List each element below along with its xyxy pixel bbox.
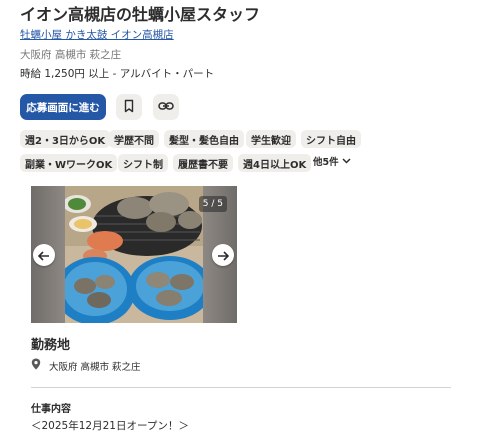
more-tags-button[interactable]: 他5件 xyxy=(313,154,351,168)
job-description-text: ＜2025年12月21日オープン！＞ xyxy=(31,420,189,432)
company-link[interactable]: 牡蠣小屋 かき太鼓 イオン高槻店 xyxy=(20,27,174,42)
arrow-left-icon xyxy=(37,246,50,265)
salary-info: 時給 1,250円 以上 - アルバイト・パート xyxy=(20,68,215,80)
chevron-down-icon xyxy=(342,156,351,167)
job-title: イオン高槻店の牡蠣小屋スタッフ xyxy=(20,5,261,24)
link-icon xyxy=(158,98,174,117)
tag-chip: 週2・3日からOK xyxy=(20,130,111,148)
workplace-address: 大阪府 高槻市 萩之庄 xyxy=(31,358,141,373)
location-pin-icon xyxy=(31,358,41,373)
carousel-next-button[interactable] xyxy=(212,244,234,266)
bookmark-icon xyxy=(122,98,136,117)
job-location: 大阪府 高槻市 萩之庄 xyxy=(20,49,122,61)
save-job-button[interactable] xyxy=(116,94,142,120)
tag-chip: シフト自由 xyxy=(301,130,361,148)
address-text: 大阪府 高槻市 萩之庄 xyxy=(49,361,141,373)
photo-carousel: 5 / 5 xyxy=(31,186,237,323)
workplace-heading: 勤務地 xyxy=(31,338,71,353)
tag-chip: 副業・WワークOK xyxy=(20,154,118,172)
job-description-heading: 仕事内容 xyxy=(31,404,71,415)
tag-chip: 学歴不問 xyxy=(109,130,159,148)
oyster-photo xyxy=(65,186,203,323)
section-divider xyxy=(31,387,451,388)
tag-chip: 履歴書不要 xyxy=(173,154,233,172)
carousel-prev-button[interactable] xyxy=(33,244,55,266)
apply-button[interactable]: 応募画面に進む xyxy=(20,94,106,120)
tag-chip: シフト制 xyxy=(118,154,168,172)
tag-chip: 週4日以上OK xyxy=(238,154,312,172)
tag-chip: 髪型・髪色自由 xyxy=(164,130,244,148)
more-tags-label: 他5件 xyxy=(313,157,339,168)
copy-link-button[interactable] xyxy=(153,94,179,120)
tag-chip: 学生歓迎 xyxy=(246,130,296,148)
carousel-counter: 5 / 5 xyxy=(198,196,227,212)
arrow-right-icon xyxy=(217,246,230,265)
